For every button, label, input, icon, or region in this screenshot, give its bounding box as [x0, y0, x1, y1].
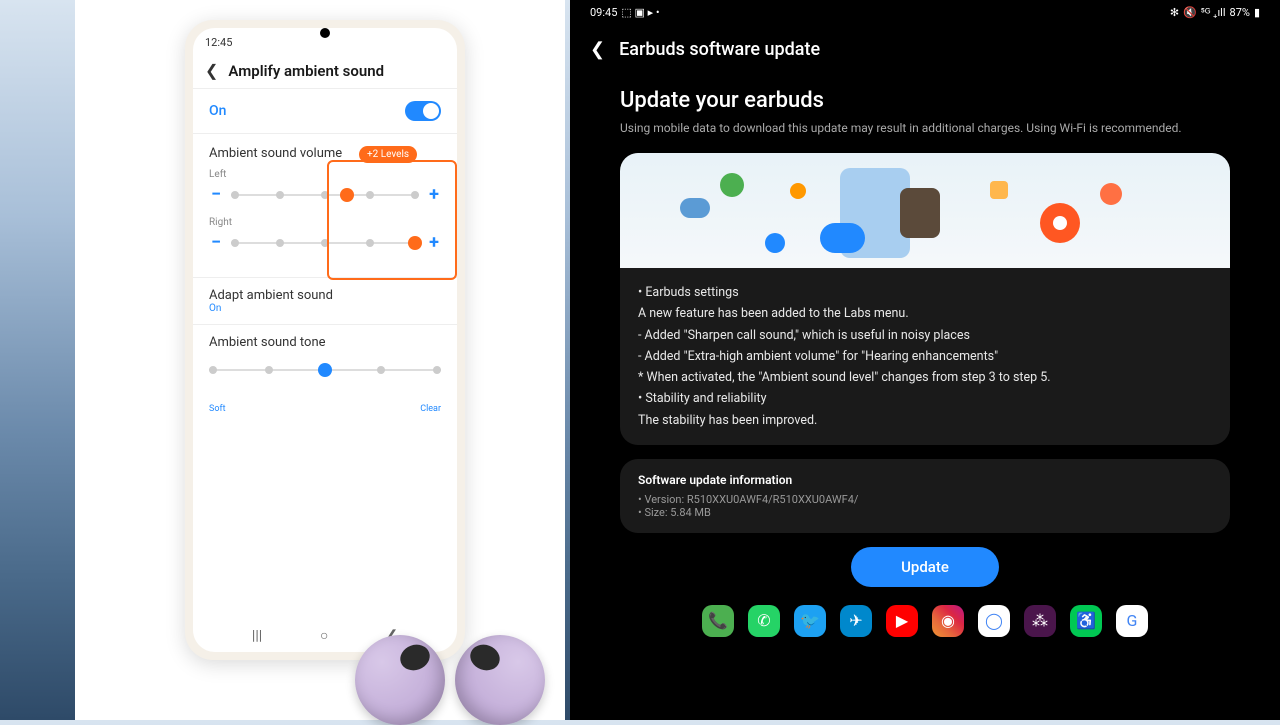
camera-notch — [320, 28, 330, 38]
tablet-screen: 09:45 ⬚ ▣ ▸ • ✻ 🔇 ⁵ᴳ ₊ıll 87% ▮ ❮ Earbud… — [570, 0, 1280, 720]
adapt-title: Adapt ambient sound — [209, 288, 441, 303]
toggle-switch[interactable] — [405, 101, 441, 121]
page-title: Amplify ambient sound — [228, 62, 384, 80]
changelog-card: • Earbuds settings A new feature has bee… — [620, 153, 1230, 445]
app-dock: 📞 ✆ 🐦 ✈ ▶ ◉ ◯ ⁂ ♿ G — [590, 601, 1260, 641]
changelog-line: - Added "Sharpen call sound," which is u… — [638, 325, 1212, 346]
mute-icon: 🔇 — [1183, 6, 1197, 19]
battery-icon: ▮ — [1254, 6, 1260, 19]
changelog-line: • Stability and reliability — [638, 388, 1212, 409]
changelog-line: - Added "Extra-high ambient volume" for … — [638, 346, 1212, 367]
earbud-left — [355, 635, 445, 725]
tablet-page-title: Earbuds software update — [619, 39, 820, 60]
adapt-status: On — [209, 303, 441, 314]
home-icon[interactable]: ○ — [320, 627, 328, 644]
phone-screen: 12:45 ❮ Amplify ambient sound On Ambient… — [193, 28, 457, 652]
left-product-shot: 12:45 ❮ Amplify ambient sound On Ambient… — [0, 0, 570, 720]
slack-icon[interactable]: ⁂ — [1024, 605, 1056, 637]
recent-icon[interactable]: ||| — [252, 628, 262, 644]
toggle-label: On — [209, 103, 226, 119]
minus-icon[interactable]: − — [209, 232, 223, 253]
twitter-icon[interactable]: 🐦 — [794, 605, 826, 637]
status-icons: ⬚ ▣ ▸ • — [621, 6, 659, 19]
google-icon[interactable]: G — [1116, 605, 1148, 637]
phone-header: ❮ Amplify ambient sound — [193, 53, 457, 88]
info-version: • Version: R510XXU0AWF4/R510XXU0AWF4/ — [638, 493, 1212, 506]
chrome-icon[interactable]: ◯ — [978, 605, 1010, 637]
tablet-header: ❮ Earbuds software update — [590, 25, 1260, 74]
phone-app-icon[interactable]: 📞 — [702, 605, 734, 637]
telegram-icon[interactable]: ✈ — [840, 605, 872, 637]
volume-section: Ambient sound volume Left − + Right − — [193, 134, 457, 277]
tone-thumb[interactable] — [318, 363, 332, 377]
tone-soft-label: Soft — [209, 404, 226, 414]
master-toggle-row[interactable]: On — [193, 88, 457, 134]
white-background: 12:45 ❮ Amplify ambient sound On Ambient… — [75, 0, 565, 720]
info-title: Software update information — [638, 473, 1212, 487]
update-info-card: Software update information • Version: R… — [620, 459, 1230, 533]
changelog-line: The stability has been improved. — [638, 410, 1212, 431]
earbud-right — [455, 635, 545, 725]
back-icon[interactable]: ❮ — [205, 61, 218, 80]
tone-section: Ambient sound tone Soft Clear — [193, 324, 457, 424]
changelog-line: * When activated, the "Ambient sound lev… — [638, 367, 1212, 388]
accessibility-icon[interactable]: ♿ — [1070, 605, 1102, 637]
tone-title: Ambient sound tone — [209, 335, 441, 350]
phone-frame: 12:45 ❮ Amplify ambient sound On Ambient… — [185, 20, 465, 660]
changelog-body: • Earbuds settings A new feature has bee… — [620, 268, 1230, 445]
update-heading: Update your earbuds — [590, 74, 1260, 119]
battery-percent: 87% — [1230, 6, 1250, 19]
adapt-section[interactable]: Adapt ambient sound On — [193, 277, 457, 324]
instagram-icon[interactable]: ◉ — [932, 605, 964, 637]
tone-clear-label: Clear — [420, 404, 441, 414]
update-button[interactable]: Update — [851, 547, 999, 587]
tablet-status-bar: 09:45 ⬚ ▣ ▸ • ✻ 🔇 ⁵ᴳ ₊ıll 87% ▮ — [590, 0, 1260, 25]
network-icon: ⁵ᴳ ₊ıll — [1201, 6, 1226, 19]
minus-icon[interactable]: − — [209, 184, 223, 205]
update-description: Using mobile data to download this updat… — [590, 119, 1260, 153]
changelog-line: • Earbuds settings — [638, 282, 1212, 303]
bluetooth-icon: ✻ — [1170, 6, 1179, 19]
back-icon[interactable]: ❮ — [590, 39, 605, 60]
highlight-box: +2 Levels — [327, 160, 457, 280]
whatsapp-icon[interactable]: ✆ — [748, 605, 780, 637]
tone-slider[interactable] — [209, 360, 441, 380]
status-time: 09:45 — [590, 6, 617, 19]
levels-badge: +2 Levels — [359, 146, 417, 163]
card-illustration — [620, 153, 1230, 268]
info-size: • Size: 5.84 MB — [638, 506, 1212, 519]
changelog-line: A new feature has been added to the Labs… — [638, 303, 1212, 324]
youtube-icon[interactable]: ▶ — [886, 605, 918, 637]
